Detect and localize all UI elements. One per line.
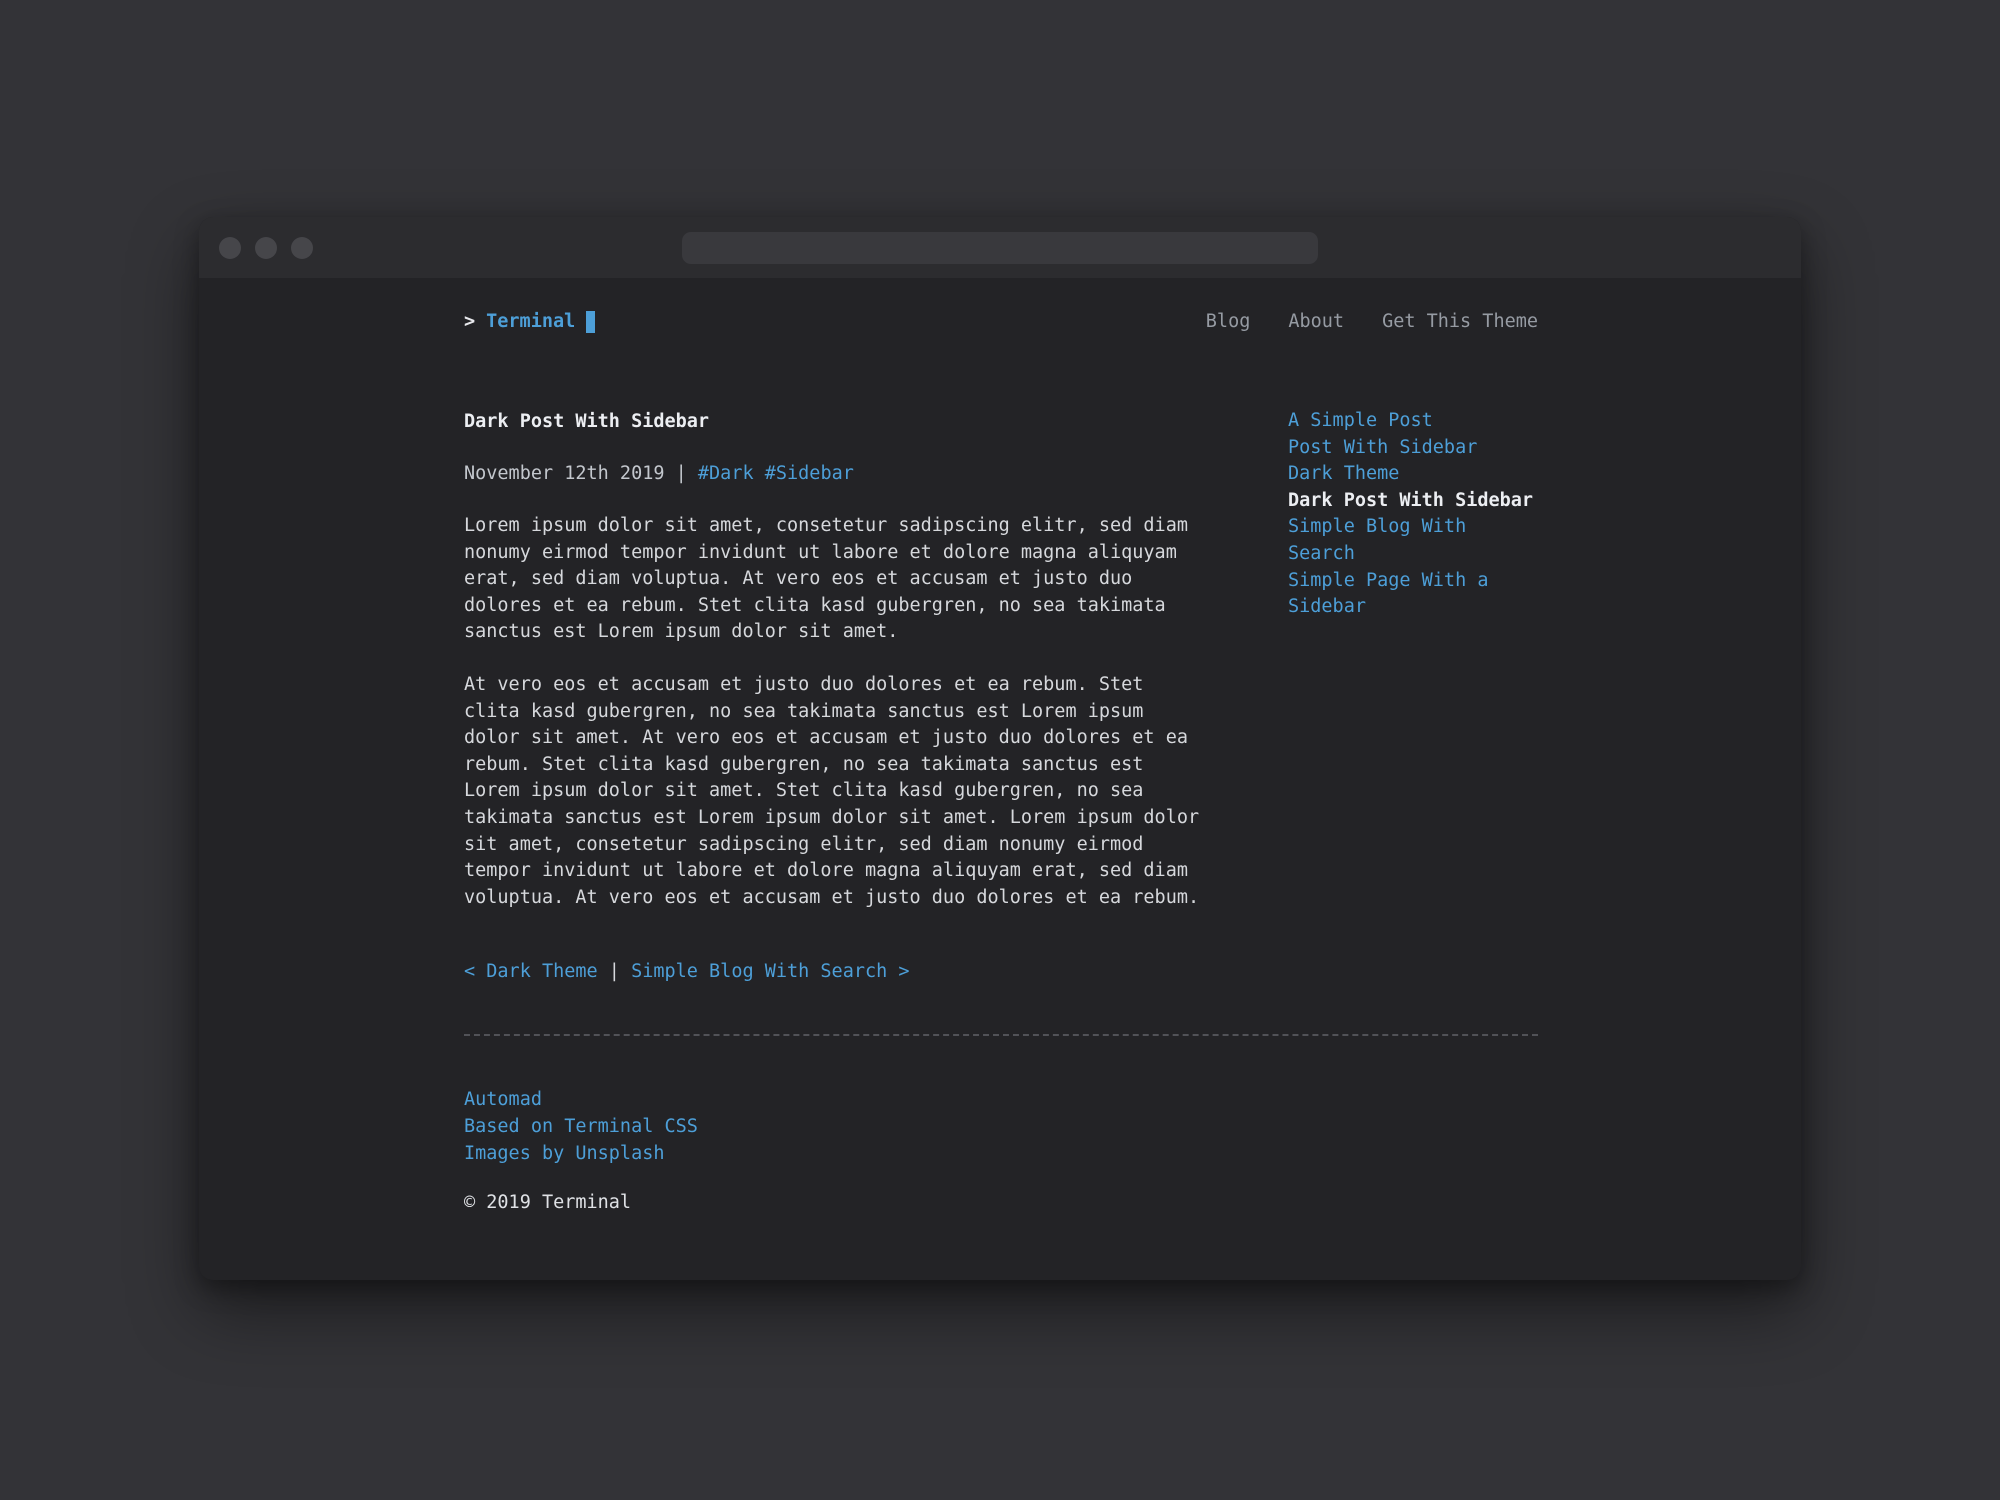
- post-title: Dark Post With Sidebar: [464, 408, 1205, 435]
- post-article: Dark Post With Sidebar November 12th 201…: [464, 408, 1205, 985]
- content-columns: Dark Post With Sidebar November 12th 201…: [464, 408, 1538, 985]
- sidebar-item-simple-blog-with-search[interactable]: Simple Blog With Search: [1288, 514, 1538, 567]
- site-header: > Terminal Blog About Get This Theme: [464, 308, 1538, 335]
- site-brand: > Terminal: [464, 311, 595, 333]
- pagination-prev-link[interactable]: < Dark Theme: [464, 961, 598, 982]
- prompt-glyph: >: [464, 311, 475, 332]
- sidebar-item-dark-theme[interactable]: Dark Theme: [1288, 461, 1538, 488]
- post-paragraph: Lorem ipsum dolor sit amet, consetetur s…: [464, 513, 1205, 646]
- brand-link[interactable]: Terminal: [486, 311, 575, 332]
- window-minimize-button[interactable]: [255, 237, 277, 259]
- pagination-separator: |: [609, 961, 620, 982]
- site-footer: Automad Based on Terminal CSS Images by …: [464, 1086, 1538, 1216]
- sidebar-item-a-simple-post[interactable]: A Simple Post: [1288, 408, 1538, 435]
- page-background: { "colors": { "accent": "#4d9fd8", "wind…: [0, 0, 2000, 1500]
- meta-separator: |: [676, 463, 687, 484]
- cursor-block-icon: [586, 311, 595, 333]
- dashed-divider: [464, 1034, 1538, 1036]
- window-controls: [219, 237, 313, 259]
- window-zoom-button[interactable]: [291, 237, 313, 259]
- post-meta: November 12th 2019 | #Dark #Sidebar: [464, 460, 1205, 487]
- pagination-next-link[interactable]: Simple Blog With Search >: [631, 961, 909, 982]
- browser-window: > Terminal Blog About Get This Theme Dar…: [199, 217, 1801, 1280]
- address-bar[interactable]: [682, 232, 1318, 264]
- post-pagination: < Dark Theme | Simple Blog With Search >: [464, 958, 1205, 985]
- nav-item-get-this-theme[interactable]: Get This Theme: [1382, 311, 1538, 332]
- tag-dark[interactable]: #Dark: [698, 463, 754, 484]
- copyright-text: © 2019 Terminal: [464, 1189, 1538, 1216]
- footer-link-automad[interactable]: Automad: [464, 1086, 1538, 1113]
- sidebar-item-post-with-sidebar[interactable]: Post With Sidebar: [1288, 435, 1538, 462]
- sidebar-item-simple-page-with-a-sidebar[interactable]: Simple Page With a Sidebar: [1288, 568, 1538, 621]
- footer-link-unsplash[interactable]: Images by Unsplash: [464, 1140, 1538, 1167]
- window-titlebar: [199, 217, 1801, 278]
- main-nav: Blog About Get This Theme: [1206, 311, 1538, 332]
- sidebar: A Simple Post Post With Sidebar Dark The…: [1288, 408, 1538, 985]
- nav-item-blog[interactable]: Blog: [1206, 311, 1251, 332]
- nav-item-about[interactable]: About: [1288, 311, 1344, 332]
- post-paragraph: At vero eos et accusam et justo duo dolo…: [464, 672, 1205, 911]
- footer-links: Automad Based on Terminal CSS Images by …: [464, 1086, 1538, 1167]
- tag-sidebar[interactable]: #Sidebar: [765, 463, 854, 484]
- post-date: November 12th 2019: [464, 463, 664, 484]
- window-close-button[interactable]: [219, 237, 241, 259]
- sidebar-item-dark-post-with-sidebar-current: Dark Post With Sidebar: [1288, 488, 1538, 515]
- page-content: > Terminal Blog About Get This Theme Dar…: [199, 278, 1801, 1216]
- footer-link-terminal-css[interactable]: Based on Terminal CSS: [464, 1113, 1538, 1140]
